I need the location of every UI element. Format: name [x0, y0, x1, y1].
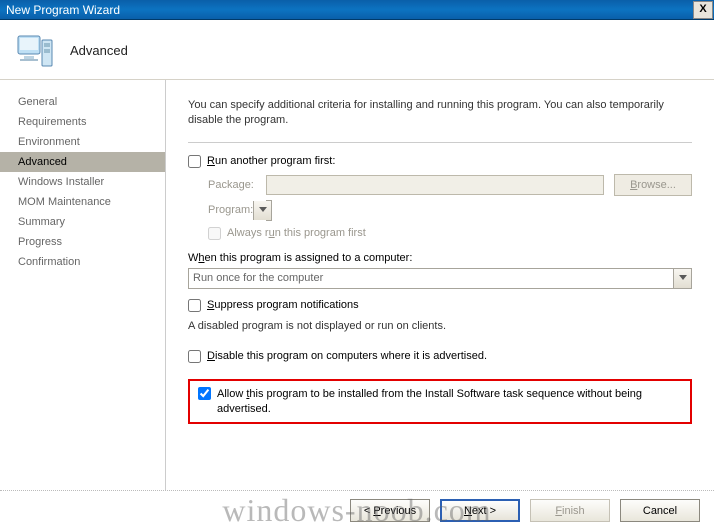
- titlebar: New Program Wizard X: [0, 0, 714, 20]
- sidebar-item-advanced[interactable]: Advanced: [0, 152, 165, 172]
- run-first-checkbox[interactable]: [188, 155, 201, 168]
- window-title: New Program Wizard: [6, 0, 693, 20]
- allow-highlight-box: Allow this program to be installed from …: [188, 379, 692, 425]
- sidebar-item-windows-installer[interactable]: Windows Installer: [0, 172, 165, 192]
- disable-row: Disable this program on computers where …: [188, 350, 692, 363]
- sidebar-item-summary[interactable]: Summary: [0, 212, 165, 232]
- previous-button[interactable]: < Previous: [350, 499, 430, 522]
- footer: < Previous Next > Finish Cancel: [0, 490, 714, 530]
- content: General Requirements Environment Advance…: [0, 80, 714, 490]
- description: You can specify additional criteria for …: [188, 98, 692, 128]
- sidebar-item-environment[interactable]: Environment: [0, 132, 165, 152]
- suppress-label: Suppress program notifications: [207, 299, 359, 311]
- disable-label: Disable this program on computers where …: [207, 350, 487, 362]
- run-first-row: Run another program first:: [188, 155, 692, 168]
- sidebar: General Requirements Environment Advance…: [0, 80, 166, 490]
- close-button[interactable]: X: [693, 1, 713, 19]
- always-run-row: Always run this program first: [208, 227, 692, 240]
- assigned-label: When this program is assigned to a compu…: [188, 252, 692, 264]
- always-run-label: Always run this program first: [227, 227, 366, 239]
- sidebar-item-progress[interactable]: Progress: [0, 232, 165, 252]
- suppress-row: Suppress program notifications: [188, 299, 692, 312]
- chevron-down-icon[interactable]: [673, 269, 691, 288]
- allow-checkbox[interactable]: [198, 387, 211, 400]
- allow-label: Allow this program to be installed from …: [217, 387, 682, 417]
- sidebar-item-mom-maintenance[interactable]: MOM Maintenance: [0, 192, 165, 212]
- banner: Advanced: [0, 20, 714, 80]
- assigned-value: Run once for the computer: [193, 272, 323, 284]
- wizard-icon: [14, 30, 56, 72]
- program-row: Program:: [188, 200, 692, 221]
- package-input: [266, 175, 604, 195]
- always-run-checkbox: [208, 227, 221, 240]
- package-row: Package: Browse...: [188, 174, 692, 196]
- disable-checkbox[interactable]: [188, 350, 201, 363]
- divider: [188, 142, 692, 143]
- sidebar-item-requirements[interactable]: Requirements: [0, 112, 165, 132]
- program-combo: [266, 200, 272, 221]
- next-button[interactable]: Next >: [440, 499, 520, 522]
- finish-button: Finish: [530, 499, 610, 522]
- package-label: Package:: [188, 179, 266, 191]
- assigned-select[interactable]: Run once for the computer: [188, 268, 692, 289]
- main-panel: You can specify additional criteria for …: [166, 80, 714, 490]
- sidebar-item-general[interactable]: General: [0, 92, 165, 112]
- run-first-label: Run another program first:: [207, 155, 335, 167]
- chevron-down-icon: [253, 201, 271, 220]
- sidebar-item-confirmation[interactable]: Confirmation: [0, 252, 165, 272]
- browse-button: Browse...: [614, 174, 692, 196]
- disabled-note: A disabled program is not displayed or r…: [188, 320, 692, 332]
- suppress-checkbox[interactable]: [188, 299, 201, 312]
- page-heading: Advanced: [70, 43, 128, 58]
- cancel-button[interactable]: Cancel: [620, 499, 700, 522]
